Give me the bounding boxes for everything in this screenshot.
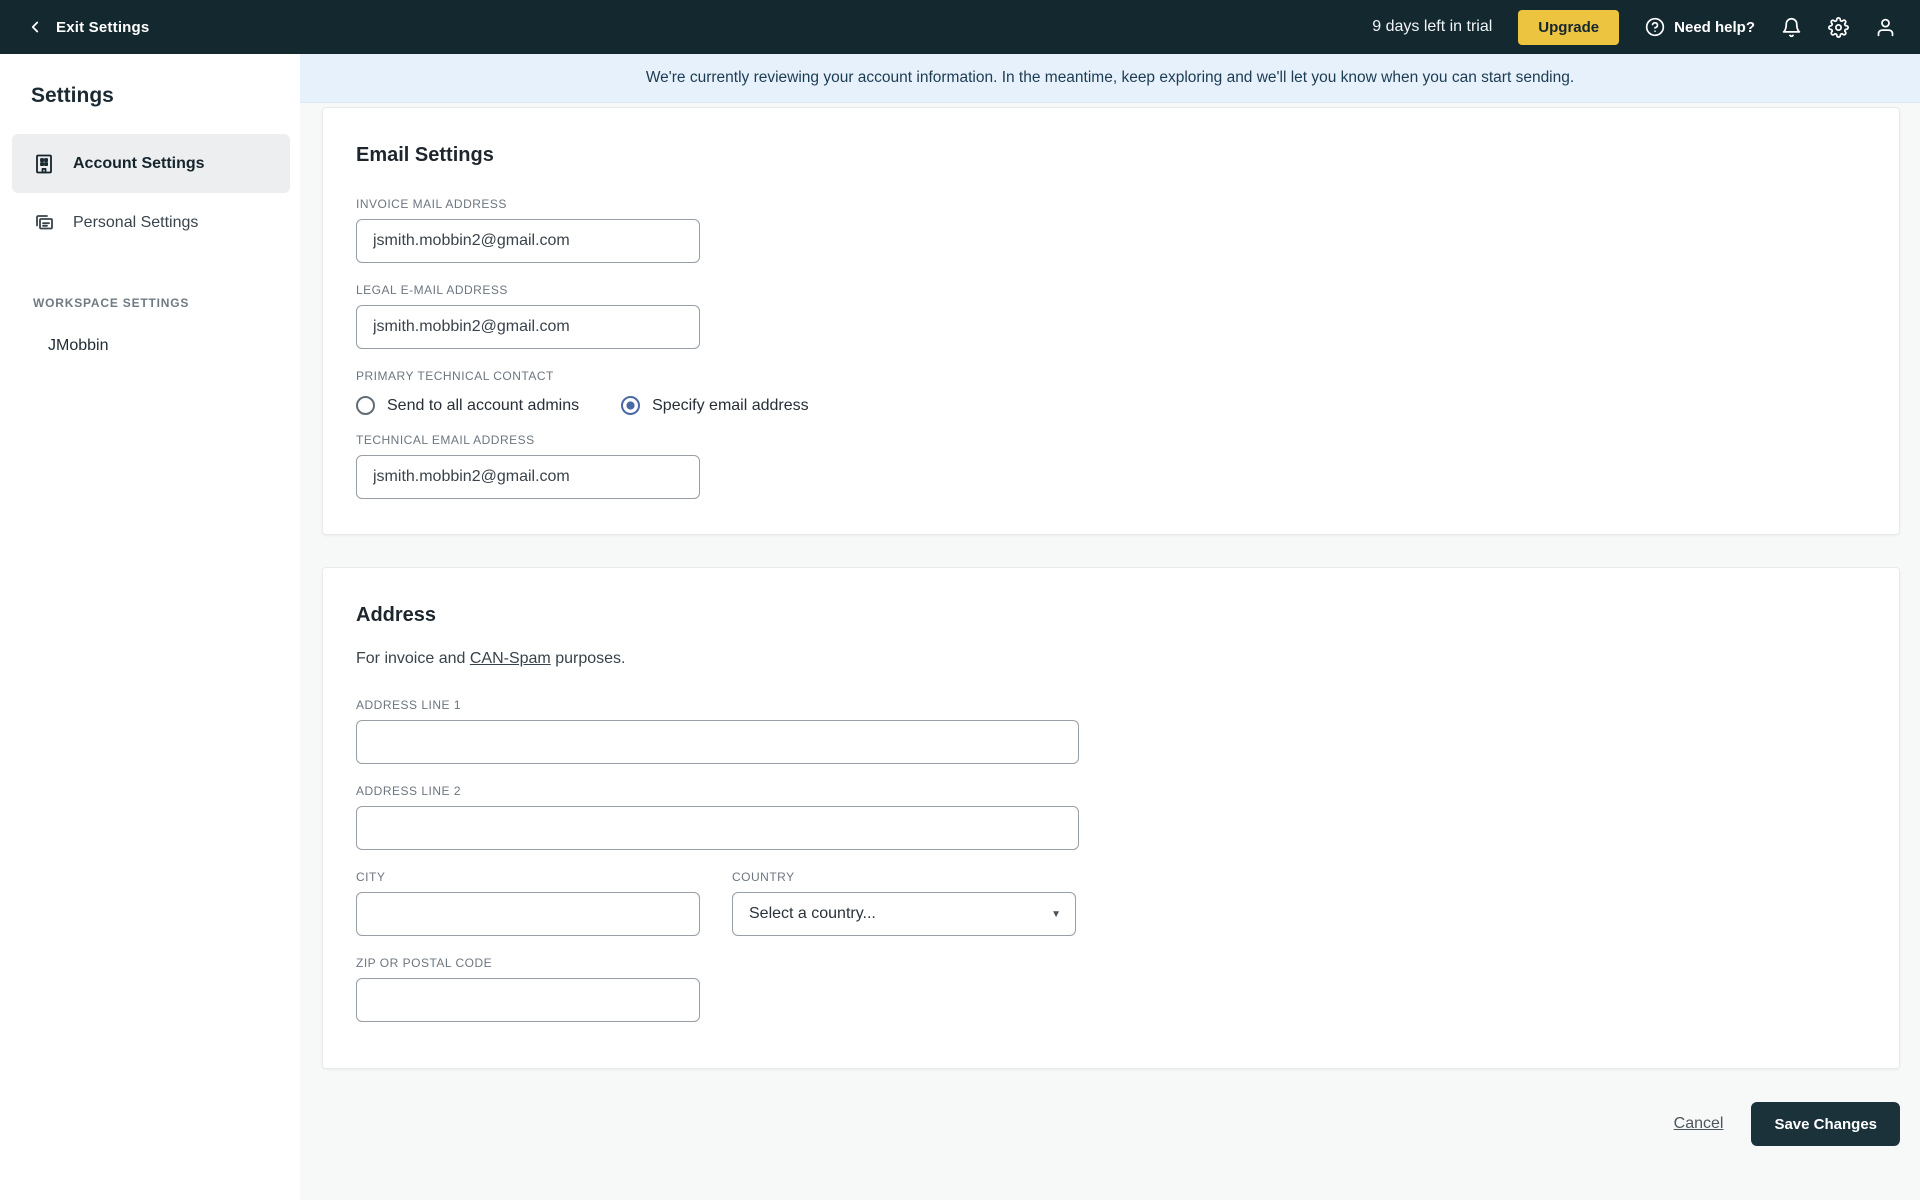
sidebar-item-personal-settings[interactable]: Personal Settings (12, 193, 290, 252)
notifications-button[interactable] (1781, 17, 1802, 38)
invoice-mail-label: INVOICE MAIL ADDRESS (356, 197, 507, 211)
address-line2-label: ADDRESS LINE 2 (356, 784, 462, 798)
radio-send-to-all-admins[interactable]: Send to all account admins (356, 396, 579, 415)
bell-icon (1781, 17, 1802, 38)
building-icon (32, 152, 56, 176)
sidebar-item-label: Account Settings (73, 154, 205, 172)
radio-unselected-icon (356, 396, 375, 415)
legal-email-input[interactable] (356, 305, 700, 349)
settings-sidebar: Settings Account Settings Personal Setti… (0, 54, 300, 1200)
need-help-button[interactable]: Need help? (1645, 17, 1755, 37)
person-icon (1875, 17, 1896, 38)
address-description: For invoice and CAN-Spam purposes. (356, 650, 1859, 668)
city-input[interactable] (356, 892, 700, 936)
sidebar-item-account-settings[interactable]: Account Settings (12, 134, 290, 193)
dropdown-caret-icon: ▼ (1051, 908, 1061, 920)
address-line2-input[interactable] (356, 806, 1079, 850)
exit-settings-label: Exit Settings (56, 18, 150, 36)
city-label: CITY (356, 870, 386, 884)
trial-countdown-text: 9 days left in trial (1372, 18, 1493, 35)
radio-specify-email-address[interactable]: Specify email address (621, 396, 809, 415)
address-desc-suffix: purposes. (550, 650, 626, 667)
gear-icon (1828, 16, 1849, 38)
account-button[interactable] (1875, 17, 1896, 38)
account-review-banner: We're currently reviewing your account i… (300, 54, 1920, 103)
need-help-label: Need help? (1674, 18, 1755, 36)
email-settings-title: Email Settings (356, 144, 494, 166)
address-title: Address (356, 604, 437, 626)
sidebar-item-workspace-jmobbin[interactable]: JMobbin (48, 337, 300, 355)
address-line1-label: ADDRESS LINE 1 (356, 698, 462, 712)
radio-label: Specify email address (652, 396, 809, 414)
technical-email-label: TECHNICAL EMAIL ADDRESS (356, 433, 535, 447)
address-desc-prefix: For invoice and (356, 650, 470, 667)
invoice-mail-input[interactable] (356, 219, 700, 263)
country-select[interactable]: Select a country... ▼ (732, 892, 1076, 936)
help-circle-icon (1645, 17, 1665, 37)
top-bar: Exit Settings 9 days left in trial Upgra… (0, 0, 1920, 54)
banner-text: We're currently reviewing your account i… (645, 69, 1575, 86)
email-settings-card: Email Settings INVOICE MAIL ADDRESS LEGA… (322, 107, 1900, 535)
technical-email-input[interactable] (356, 455, 700, 499)
country-label: COUNTRY (732, 870, 795, 884)
primary-technical-contact-label: PRIMARY TECHNICAL CONTACT (356, 369, 554, 383)
form-actions: Cancel Save Changes (322, 1102, 1900, 1146)
cancel-link[interactable]: Cancel (1674, 1115, 1724, 1133)
address-card: Address For invoice and CAN-Spam purpose… (322, 567, 1900, 1069)
id-cards-icon (32, 211, 56, 235)
upgrade-button[interactable]: Upgrade (1518, 9, 1620, 45)
radio-selected-icon (621, 396, 641, 415)
chevron-left-icon (26, 18, 44, 36)
zip-label: ZIP OR POSTAL CODE (356, 956, 493, 970)
radio-label: Send to all account admins (387, 396, 580, 414)
sidebar-title: Settings (31, 84, 114, 107)
settings-button[interactable] (1828, 16, 1849, 38)
country-select-value: Select a country... (749, 905, 876, 922)
workspace-settings-section-label: WORKSPACE SETTINGS (33, 296, 190, 310)
zip-input[interactable] (356, 978, 700, 1022)
address-line1-input[interactable] (356, 720, 1079, 764)
save-changes-button[interactable]: Save Changes (1751, 1102, 1900, 1146)
main-content: We're currently reviewing your account i… (300, 54, 1920, 1200)
sidebar-item-label: Personal Settings (73, 213, 199, 231)
exit-settings-button[interactable]: Exit Settings (26, 18, 149, 36)
can-spam-link[interactable]: CAN-Spam (470, 650, 551, 667)
legal-email-label: LEGAL E-MAIL ADDRESS (356, 283, 508, 297)
